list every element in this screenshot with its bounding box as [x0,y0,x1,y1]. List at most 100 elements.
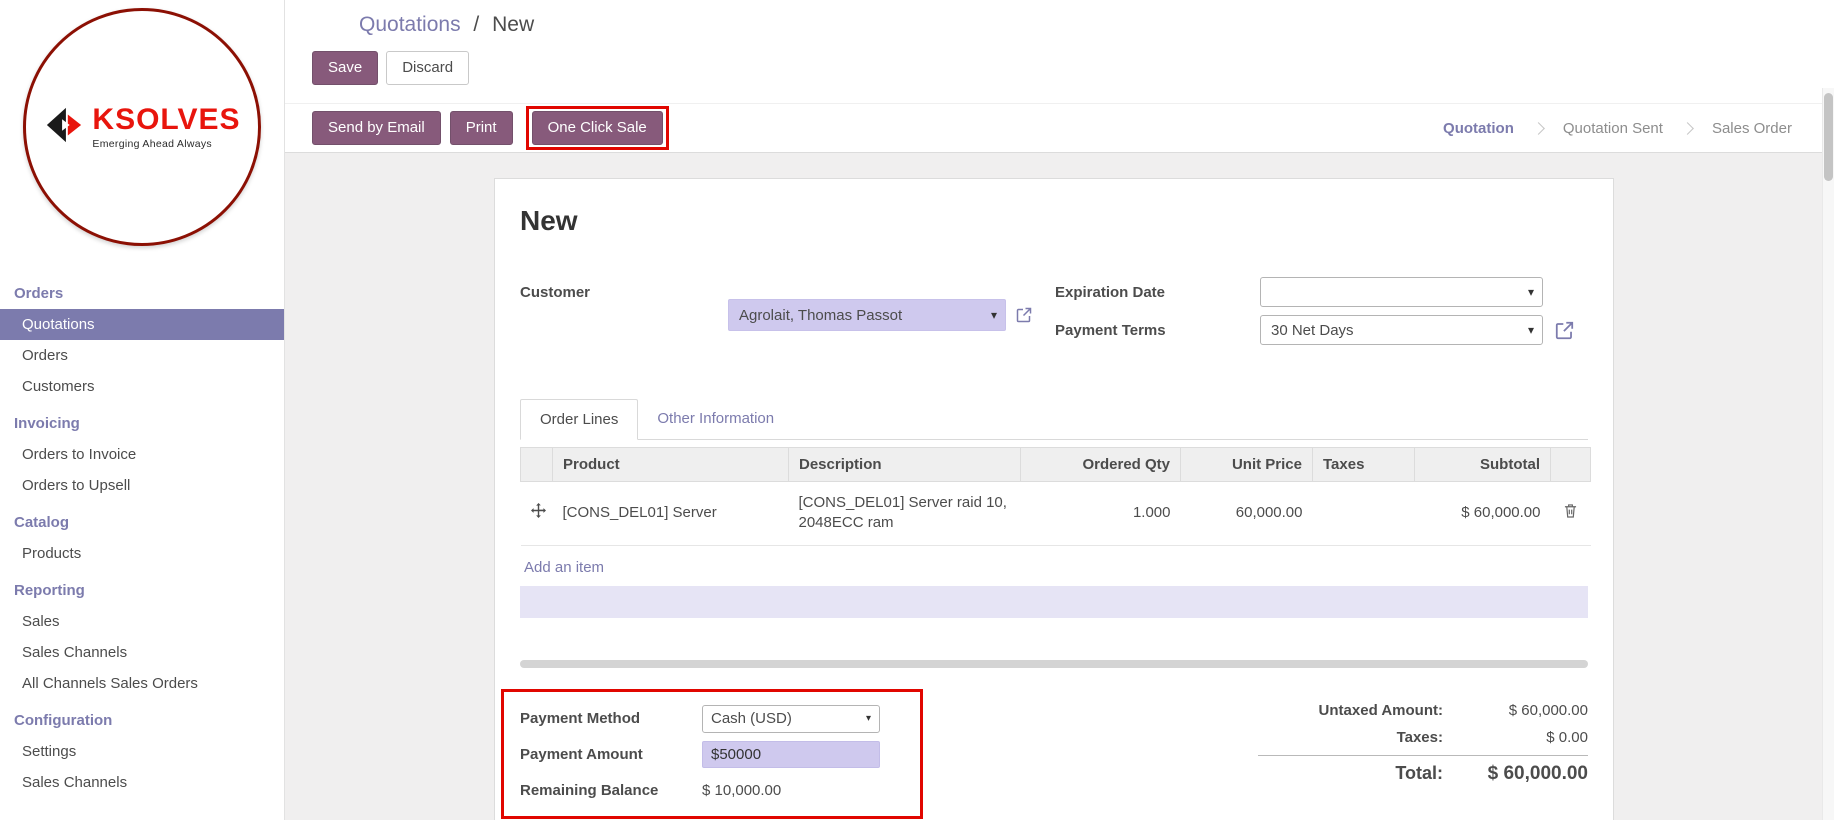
sidebar-menu: Orders Quotations Orders Customers Invoi… [0,272,284,798]
sidebar: KSOLVES Emerging Ahead Always Orders Quo… [0,0,285,820]
form-footer: Payment Method Cash (USD) ▾ Payment Amou… [520,689,1588,819]
breadcrumb: Quotations / New [359,13,534,37]
sidebar-item-settings[interactable]: Settings [0,736,284,767]
sidebar-item-products[interactable]: Products [0,538,284,569]
status-step-quotation-sent[interactable]: Quotation Sent [1543,120,1683,137]
new-row-highlight [520,586,1588,618]
action-bar: Send by Email Print One Click Sale Quota… [285,103,1834,153]
column-header-product[interactable]: Product [553,448,789,482]
totals-divider [1258,755,1588,756]
sidebar-item-orders-to-invoice[interactable]: Orders to Invoice [0,439,284,470]
brand-play-icon [43,106,85,148]
cell-description: [CONS_DEL01] Server raid 10, 2048ECC ram [789,482,1021,546]
payment-method-value: Cash (USD) [711,710,792,727]
form-header-fields: Customer Agrolait, Thomas Passot ▾ [520,277,1588,353]
untaxed-amount-value: $ 60,000.00 [1443,702,1588,719]
caret-down-icon: ▾ [1528,285,1534,299]
expiration-date-field[interactable]: ▾ [1260,277,1543,307]
sidebar-item-config-sales-channels[interactable]: Sales Channels [0,767,284,798]
brand-logo: KSOLVES Emerging Ahead Always [23,8,261,246]
sidebar-item-all-channels-sales-orders[interactable]: All Channels Sales Orders [0,668,284,699]
payment-method-label: Payment Method [520,710,702,727]
form-sheet: New Customer Agrolait, Thomas Passot ▾ [494,178,1614,820]
drag-column-header [521,448,553,482]
brand-name: KSOLVES [92,105,240,135]
cell-unit-price: 60,000.00 [1181,482,1313,546]
save-button[interactable]: Save [312,51,378,85]
caret-down-icon: ▾ [866,713,871,724]
send-by-email-button[interactable]: Send by Email [312,111,441,145]
column-header-taxes[interactable]: Taxes [1313,448,1415,482]
customer-label: Customer [520,277,728,353]
total-label: Total: [1395,763,1443,784]
payment-amount-label: Payment Amount [520,746,702,763]
menu-section-invoicing: Invoicing [0,402,284,439]
customer-external-link-icon[interactable] [1016,307,1032,323]
payment-terms-external-link-icon[interactable] [1555,321,1574,340]
cell-subtotal: $ 60,000.00 [1415,482,1551,546]
statusbar: Quotation Quotation Sent Sales Order [1423,120,1812,137]
column-header-subtotal[interactable]: Subtotal [1415,448,1551,482]
one-click-sale-annotation-box: One Click Sale [526,106,669,150]
tab-other-information[interactable]: Other Information [638,399,793,439]
menu-section-orders: Orders [0,272,284,309]
totals-block: Untaxed Amount: $ 60,000.00 Taxes: $ 0.0… [1258,697,1588,790]
payment-terms-value: 30 Net Days [1271,322,1354,339]
brand-tagline: Emerging Ahead Always [92,138,240,150]
remaining-balance-label: Remaining Balance [520,782,702,799]
taxes-value: $ 0.00 [1443,729,1588,746]
top-header: Quotations / New Save Discard [285,0,1834,103]
main-area: Quotations / New Save Discard Send by Em… [285,0,1834,820]
notebook-tabs: Order Lines Other Information [520,399,1588,440]
cell-taxes [1313,482,1415,546]
sidebar-item-sales-channels[interactable]: Sales Channels [0,637,284,668]
sidebar-item-quotations[interactable]: Quotations [0,309,284,340]
app-root: KSOLVES Emerging Ahead Always Orders Quo… [0,0,1834,820]
taxes-label: Taxes: [1397,729,1443,746]
vertical-scrollbar[interactable] [1822,88,1834,820]
discard-button[interactable]: Discard [386,51,469,85]
horizontal-scrollbar[interactable] [520,660,1588,668]
sidebar-item-orders[interactable]: Orders [0,340,284,371]
menu-section-catalog: Catalog [0,501,284,538]
order-line-row[interactable]: [CONS_DEL01] Server [CONS_DEL01] Server … [521,482,1591,546]
column-header-ordered-qty[interactable]: Ordered Qty [1021,448,1181,482]
actions-column-header [1551,448,1591,482]
sidebar-item-orders-to-upsell[interactable]: Orders to Upsell [0,470,284,501]
untaxed-amount-label: Untaxed Amount: [1319,702,1443,719]
cell-ordered-qty: 1.000 [1021,482,1181,546]
payment-method-select[interactable]: Cash (USD) ▾ [702,705,880,733]
cell-product: [CONS_DEL01] Server [553,482,789,546]
menu-section-configuration: Configuration [0,699,284,736]
vertical-scrollbar-thumb[interactable] [1824,93,1833,181]
expiration-date-label: Expiration Date [1055,284,1260,301]
column-header-unit-price[interactable]: Unit Price [1181,448,1313,482]
customer-field[interactable]: Agrolait, Thomas Passot ▾ [728,299,1006,331]
remaining-balance-value: $ 10,000.00 [702,782,781,799]
print-button[interactable]: Print [450,111,513,145]
sidebar-item-customers[interactable]: Customers [0,371,284,402]
content-area: New Customer Agrolait, Thomas Passot ▾ [285,153,1834,820]
caret-down-icon: ▾ [1528,323,1534,337]
payment-terms-field[interactable]: 30 Net Days ▾ [1260,315,1543,345]
sidebar-item-sales[interactable]: Sales [0,606,284,637]
tab-order-lines[interactable]: Order Lines [520,399,638,440]
status-step-sales-order[interactable]: Sales Order [1692,120,1812,137]
delete-line-icon[interactable] [1551,482,1591,546]
breadcrumb-separator: / [473,13,479,36]
table-header-row: Product Description Ordered Qty Unit Pri… [521,448,1591,482]
payment-amount-input[interactable] [702,741,880,768]
breadcrumb-current: New [492,13,534,36]
order-lines-table: Product Description Ordered Qty Unit Pri… [520,447,1591,546]
payment-annotation-box: Payment Method Cash (USD) ▾ Payment Amou… [501,689,923,819]
caret-down-icon: ▾ [991,308,997,322]
column-header-description[interactable]: Description [789,448,1021,482]
customer-value: Agrolait, Thomas Passot [739,307,902,324]
breadcrumb-quotations-link[interactable]: Quotations [359,13,461,36]
add-an-item-link[interactable]: Add an item [520,546,604,576]
status-step-quotation[interactable]: Quotation [1423,120,1534,137]
one-click-sale-button[interactable]: One Click Sale [532,111,663,145]
drag-handle-icon[interactable] [521,482,553,546]
total-value: $ 60,000.00 [1443,763,1588,785]
payment-terms-label: Payment Terms [1055,322,1260,339]
